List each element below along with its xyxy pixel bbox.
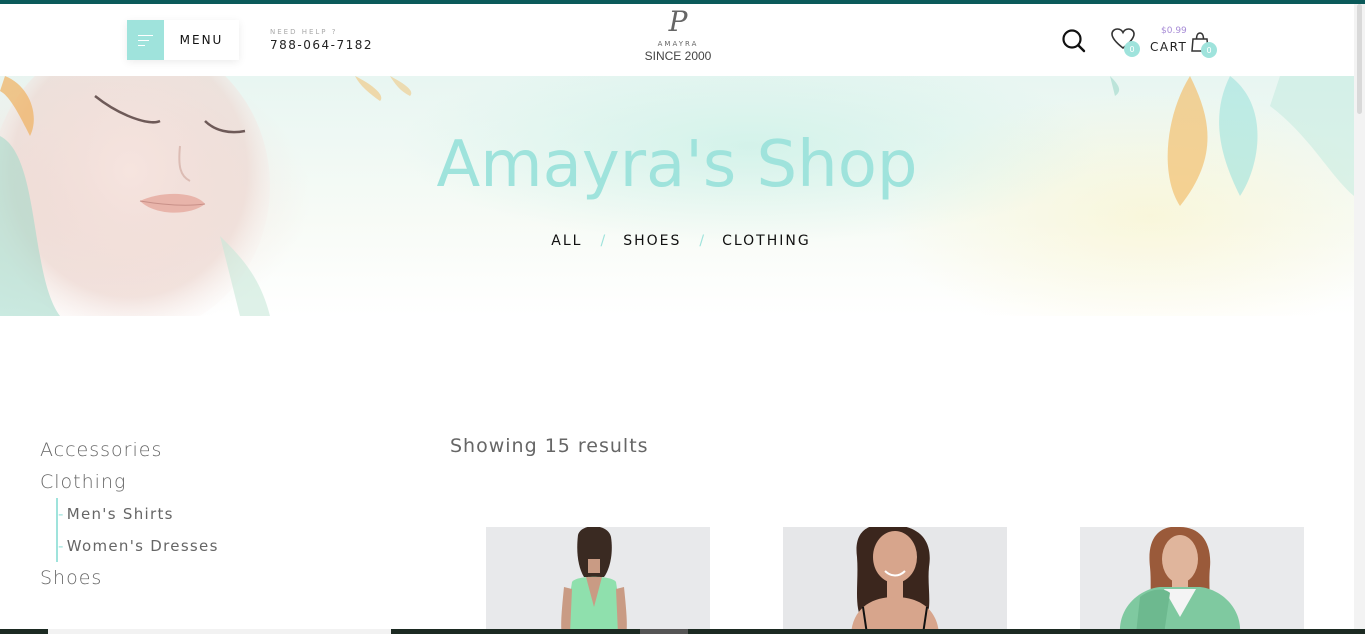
help-label: NEED HELP ? [270, 28, 338, 36]
site-logo[interactable]: P AMAYRA SINCE 2000 [640, 5, 716, 64]
subcategory-mens-shirts[interactable]: Men's Shirts [58, 498, 340, 530]
category-accessories[interactable]: Accessories [40, 434, 340, 466]
menu-label: MENU [179, 33, 224, 47]
category-sidebar: Accessories Clothing Men's Shirts Women'… [40, 434, 340, 594]
wishlist-button[interactable]: 0 [1110, 27, 1140, 57]
bottom-edge-bar [0, 629, 1365, 634]
page-scrollbar[interactable] [1354, 4, 1365, 634]
product-image [486, 527, 710, 634]
product-card[interactable] [486, 527, 710, 634]
menu-button[interactable]: MENU [127, 20, 239, 60]
cart-label: CART [1150, 40, 1188, 54]
filter-separator: / [600, 233, 606, 249]
help-phone[interactable]: 788-064-7182 [270, 38, 373, 52]
filter-clothing[interactable]: CLOTHING [722, 233, 811, 249]
logo-mark: P [668, 5, 688, 38]
cart-button[interactable]: $0.99 CART 0 [1150, 26, 1220, 66]
category-shoes[interactable]: Shoes [40, 562, 340, 594]
logo-since: SINCE 2000 [644, 49, 712, 63]
page-title: Amayra's Shop [436, 128, 918, 202]
help-contact: NEED HELP ? 788-064-7182 [270, 28, 373, 52]
filter-separator: / [699, 233, 705, 249]
product-image [1080, 527, 1304, 634]
product-card[interactable] [783, 527, 1007, 634]
scrollbar-thumb[interactable] [1357, 4, 1362, 114]
search-icon[interactable] [1061, 28, 1087, 54]
clothing-subcategories: Men's Shirts Women's Dresses [56, 498, 340, 562]
filter-shoes[interactable]: SHOES [623, 233, 681, 249]
site-header: MENU NEED HELP ? 788-064-7182 P AMAYRA S… [0, 4, 1354, 76]
hero-banner: Amayra's Shop ALL / SHOES / CLOTHING [0, 76, 1354, 316]
filter-all[interactable]: ALL [551, 233, 582, 249]
subcategory-womens-dresses[interactable]: Women's Dresses [58, 530, 340, 562]
menu-icon [127, 20, 164, 60]
logo-name: AMAYRA [657, 40, 699, 48]
category-filters: ALL / SHOES / CLOTHING [0, 233, 1354, 249]
category-clothing[interactable]: Clothing [40, 466, 340, 498]
product-image [783, 527, 1007, 634]
cart-price: $0.99 [1161, 26, 1187, 36]
product-card[interactable] [1080, 527, 1304, 634]
cart-count-badge: 0 [1201, 42, 1217, 58]
results-count: Showing 15 results [450, 435, 649, 457]
hero-leaf-image [355, 76, 412, 101]
wishlist-count-badge: 0 [1124, 41, 1140, 57]
